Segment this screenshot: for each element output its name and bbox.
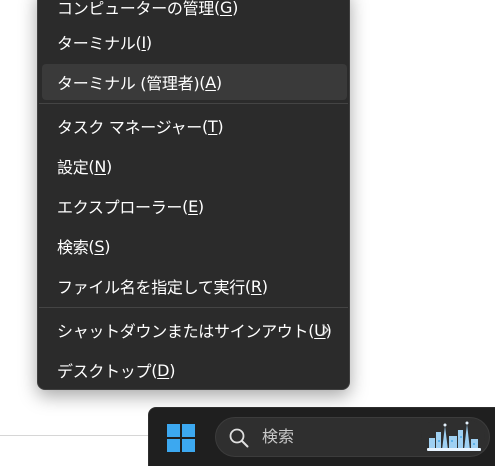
search-placeholder: 検索	[262, 427, 295, 446]
menu-item-shutdown-signout[interactable]: シャットダウンまたはサインアウト(U)	[42, 312, 347, 348]
taskbar-search-box[interactable]: 検索	[215, 417, 490, 457]
start-button[interactable]	[159, 418, 203, 458]
menu-item-label: 設定	[57, 158, 89, 177]
menu-item-explorer[interactable]: エクスプローラー(E)	[42, 188, 347, 224]
menu-item-accelerator: R	[250, 276, 262, 296]
desktop: コンピューターの管理(G) ターミナル(I) ターミナル (管理者)(A) タス…	[0, 0, 495, 466]
menu-item-settings[interactable]: 設定(N)	[42, 148, 347, 184]
menu-separator	[39, 103, 348, 104]
menu-item-label: ターミナル (管理者)	[57, 74, 200, 93]
menu-item-search[interactable]: 検索(S)	[42, 228, 347, 264]
menu-item-accelerator: E	[188, 196, 198, 216]
menu-item-accelerator: T	[207, 116, 218, 136]
windows-logo-icon	[167, 424, 195, 452]
menu-item-label: コンピューターの管理	[57, 0, 215, 18]
menu-item-label: シャットダウンまたはサインアウト	[57, 322, 309, 341]
menu-item-label: エクスプローラー	[57, 198, 183, 217]
menu-item-accelerator: N	[94, 156, 107, 176]
menu-item-label: デスクトップ	[57, 362, 152, 381]
menu-item-accelerator: S	[94, 236, 105, 256]
menu-item-label: ターミナル	[57, 34, 136, 53]
chevron-right-icon	[322, 324, 329, 336]
menu-item-accelerator: D	[157, 360, 170, 380]
taskbar: 検索	[148, 407, 495, 466]
menu-item-terminal-admin[interactable]: ターミナル (管理者)(A)	[42, 64, 347, 100]
search-icon	[229, 428, 249, 448]
menu-item-accelerator: A	[205, 72, 216, 92]
menu-item-label: タスク マネージャー	[57, 118, 202, 137]
menu-item-desktop[interactable]: デスクトップ(D)	[42, 352, 347, 388]
menu-item-accelerator: G	[219, 0, 233, 17]
menu-item-label: ファイル名を指定して実行	[57, 278, 245, 297]
menu-item-task-manager[interactable]: タスク マネージャー(T)	[42, 108, 347, 144]
menu-item-computer-management[interactable]: コンピューターの管理(G)	[42, 0, 347, 25]
winx-context-menu: コンピューターの管理(G) ターミナル(I) ターミナル (管理者)(A) タス…	[37, 0, 350, 390]
search-highlight-image[interactable]	[421, 420, 485, 454]
menu-item-run[interactable]: ファイル名を指定して実行(R)	[42, 268, 347, 304]
menu-item-label: 検索	[57, 238, 89, 257]
menu-separator	[39, 307, 348, 308]
menu-item-terminal[interactable]: ターミナル(I)	[42, 24, 347, 60]
background-window-edge	[0, 435, 150, 436]
